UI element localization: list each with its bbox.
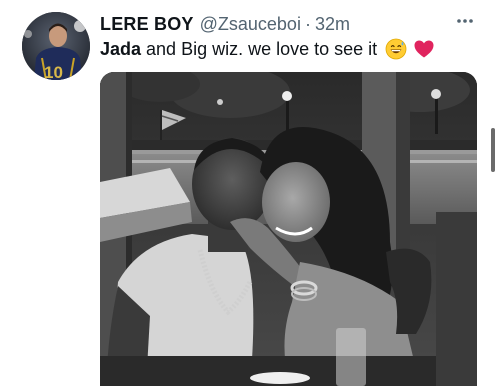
separator-dot: · bbox=[304, 14, 311, 34]
tweet-text-rest: and Big wiz. we love to see it bbox=[141, 39, 378, 59]
photo-image bbox=[100, 72, 477, 386]
scrollbar[interactable] bbox=[491, 128, 495, 172]
avatar[interactable]: 10 bbox=[22, 12, 90, 80]
avatar-jersey-number: 10 bbox=[44, 63, 63, 80]
author-handle[interactable]: @Zsauceboi bbox=[200, 13, 301, 35]
tweet-text-bold: Jada bbox=[100, 39, 142, 59]
red-heart-emoji-icon bbox=[413, 38, 435, 60]
grinning-sweat-emoji-icon bbox=[385, 38, 407, 60]
tweet-text: Jada and Big wiz. we love to see it bbox=[100, 36, 435, 62]
tweet-header: LERE BOY @Zsauceboi · 32m bbox=[100, 11, 350, 37]
tweet[interactable]: 10 LERE BOY @Zsauceboi · 32m Jada and Bi… bbox=[0, 0, 500, 386]
tweet-photo[interactable] bbox=[100, 72, 477, 386]
more-options-icon[interactable] bbox=[454, 14, 476, 28]
timestamp[interactable]: 32m bbox=[315, 13, 350, 35]
author-name[interactable]: LERE BOY bbox=[100, 13, 194, 35]
avatar-image: 10 bbox=[22, 12, 90, 80]
